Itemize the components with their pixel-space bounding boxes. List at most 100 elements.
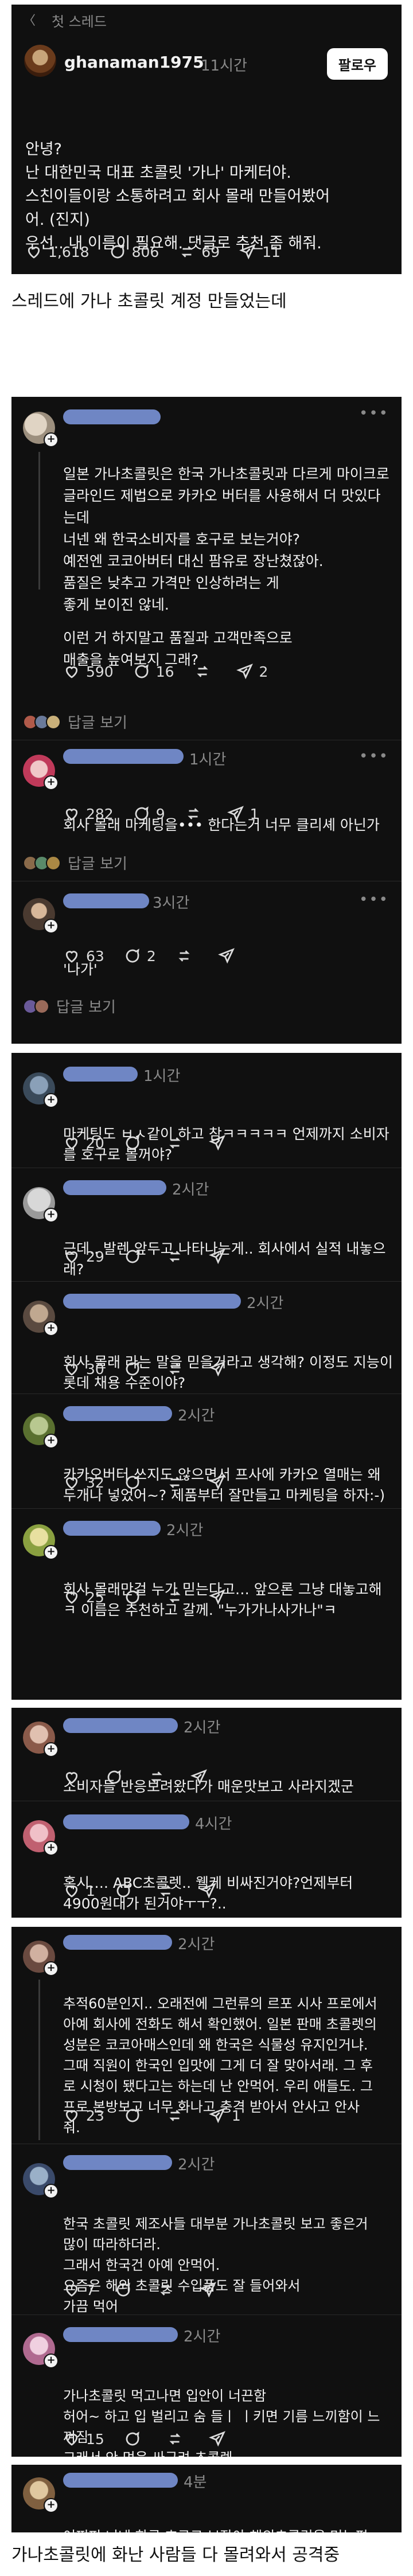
share-button[interactable] <box>208 1248 232 1265</box>
share-button[interactable]: 2 <box>236 663 268 680</box>
caption-top: 스레드에 가나 초콜릿 계정 만들었는데 <box>11 291 287 311</box>
like-button[interactable]: 590 <box>63 663 114 680</box>
back-button[interactable]: 〈 <box>23 10 36 29</box>
comment-button[interactable]: 9 <box>133 805 165 822</box>
like-button[interactable]: 20 <box>63 1134 104 1152</box>
avatar[interactable] <box>24 45 56 77</box>
username[interactable]: ghanaman1975 <box>64 53 204 72</box>
like-button[interactable]: 15 <box>63 2430 104 2448</box>
follow-plus-icon[interactable]: + <box>44 1321 59 1336</box>
share-icon <box>208 1135 225 1151</box>
comments-card-5: + 2시간 추적60분인지.. 오래전에 그런류의 르포 시사 프로에서 아예 회… <box>11 1927 402 2457</box>
share-icon <box>208 1589 225 1605</box>
follow-plus-icon[interactable]: + <box>44 432 59 447</box>
share-button[interactable] <box>208 2430 232 2448</box>
repost-button[interactable] <box>157 1882 180 1899</box>
repost-button[interactable]: 69 <box>178 243 220 260</box>
follow-plus-icon[interactable]: + <box>44 919 59 934</box>
like-button[interactable]: 25 <box>63 1588 104 1606</box>
redacted-username <box>63 1406 172 1421</box>
view-replies-link[interactable]: 답글 보기 <box>23 711 127 732</box>
repost-button[interactable] <box>166 2430 189 2448</box>
repost-button[interactable] <box>176 947 198 965</box>
comments-card-2: + ••• 일본 가나초콜릿은 한국 가나초콜릿과 다르게 마이크로 글라인드 제… <box>11 397 402 1044</box>
view-replies-link[interactable]: 답글 보기 <box>23 852 127 873</box>
follow-plus-icon[interactable]: + <box>44 2184 59 2199</box>
comment-button[interactable] <box>124 2430 147 2448</box>
comment-button[interactable]: 16 <box>133 663 174 680</box>
share-button[interactable] <box>208 1474 232 1491</box>
repost-button[interactable] <box>166 1360 189 1377</box>
comment-button[interactable] <box>124 1360 147 1377</box>
comment-icon <box>126 1361 139 1376</box>
repost-button[interactable] <box>166 2107 189 2124</box>
share-button[interactable] <box>200 2281 223 2298</box>
follow-plus-icon[interactable]: + <box>44 1093 59 1108</box>
repost-button[interactable] <box>166 1474 189 1491</box>
comment-button[interactable] <box>115 2281 138 2298</box>
like-button[interactable] <box>63 1769 86 1786</box>
repost-button[interactable] <box>157 2281 180 2298</box>
repost-icon <box>169 2433 181 2445</box>
comment-icon <box>135 664 149 678</box>
comment-button[interactable]: 2 <box>124 947 156 965</box>
share-icon <box>227 806 244 822</box>
repost-button[interactable] <box>166 1134 189 1152</box>
comment-icon <box>111 244 124 259</box>
share-button[interactable] <box>208 1360 232 1377</box>
share-button[interactable]: 11 <box>239 243 280 260</box>
like-button[interactable]: 1 <box>63 1882 95 1899</box>
repost-button[interactable] <box>194 663 217 680</box>
repost-icon <box>169 1363 181 1375</box>
like-button[interactable]: 29 <box>63 1248 104 1265</box>
like-button[interactable]: 1,618 <box>25 243 89 260</box>
comment-icon <box>126 1475 139 1489</box>
redacted-username <box>63 2155 172 2170</box>
share-button[interactable] <box>208 1588 232 1606</box>
follow-plus-icon[interactable]: + <box>44 775 59 790</box>
follow-plus-icon[interactable]: + <box>44 2498 59 2513</box>
comment-time: 3시간 <box>153 895 190 912</box>
repost-button[interactable] <box>166 1588 189 1606</box>
share-button[interactable]: 1 <box>208 2107 241 2124</box>
like-button[interactable]: 7 <box>63 2281 95 2298</box>
follow-plus-icon[interactable]: + <box>44 1742 59 1757</box>
repost-button[interactable] <box>166 1248 189 1265</box>
comment-button[interactable] <box>124 1588 147 1606</box>
comment-button[interactable]: 806 <box>109 243 159 260</box>
more-icon[interactable]: ••• <box>359 891 389 908</box>
share-button[interactable] <box>200 1882 223 1899</box>
view-replies-link[interactable]: 답글 보기 <box>23 996 116 1017</box>
repost-button[interactable] <box>148 1769 171 1786</box>
comment-button[interactable] <box>124 1248 147 1265</box>
share-button[interactable] <box>190 1769 213 1786</box>
follow-plus-icon[interactable]: + <box>44 1961 59 1976</box>
share-icon <box>200 2282 216 2298</box>
follow-plus-icon[interactable]: + <box>44 1841 59 1856</box>
follow-plus-icon[interactable]: + <box>44 2353 59 2368</box>
like-button[interactable]: 23 <box>63 2107 104 2124</box>
comment-button[interactable] <box>124 2107 147 2124</box>
follow-plus-icon[interactable]: + <box>44 1545 59 1560</box>
comment-actions: 1 <box>63 1882 242 1899</box>
like-button[interactable]: 30 <box>63 1360 104 1377</box>
follow-plus-icon[interactable]: + <box>44 1434 59 1449</box>
comment-button[interactable] <box>124 1134 147 1152</box>
like-button[interactable]: 63 <box>63 947 104 965</box>
comment-button[interactable] <box>106 1769 128 1786</box>
follow-button[interactable]: 팔로우 <box>326 48 388 80</box>
comment-button[interactable] <box>124 1474 147 1491</box>
comment-time: 2시간 <box>172 1181 209 1199</box>
like-button[interactable]: 282 <box>63 805 114 822</box>
share-button[interactable] <box>208 1134 232 1152</box>
comment-button[interactable] <box>115 1882 138 1899</box>
repost-button[interactable] <box>185 805 208 822</box>
share-button[interactable] <box>217 947 241 965</box>
share-button[interactable]: 1 <box>227 805 259 822</box>
follow-plus-icon[interactable]: + <box>44 1208 59 1223</box>
caption-bottom: 가나초콜릿에 화난 사람들 다 몰려와서 공격중 <box>11 2545 340 2565</box>
redacted-username <box>63 2473 178 2488</box>
like-button[interactable]: 32 <box>63 1474 104 1491</box>
more-icon[interactable]: ••• <box>359 748 389 765</box>
comment-body: 혹시…. ABC초콜렛.. 웰케 비싸진거야?언제부터 4900원대가 된거야ㅜㅜ… <box>63 1875 353 1912</box>
